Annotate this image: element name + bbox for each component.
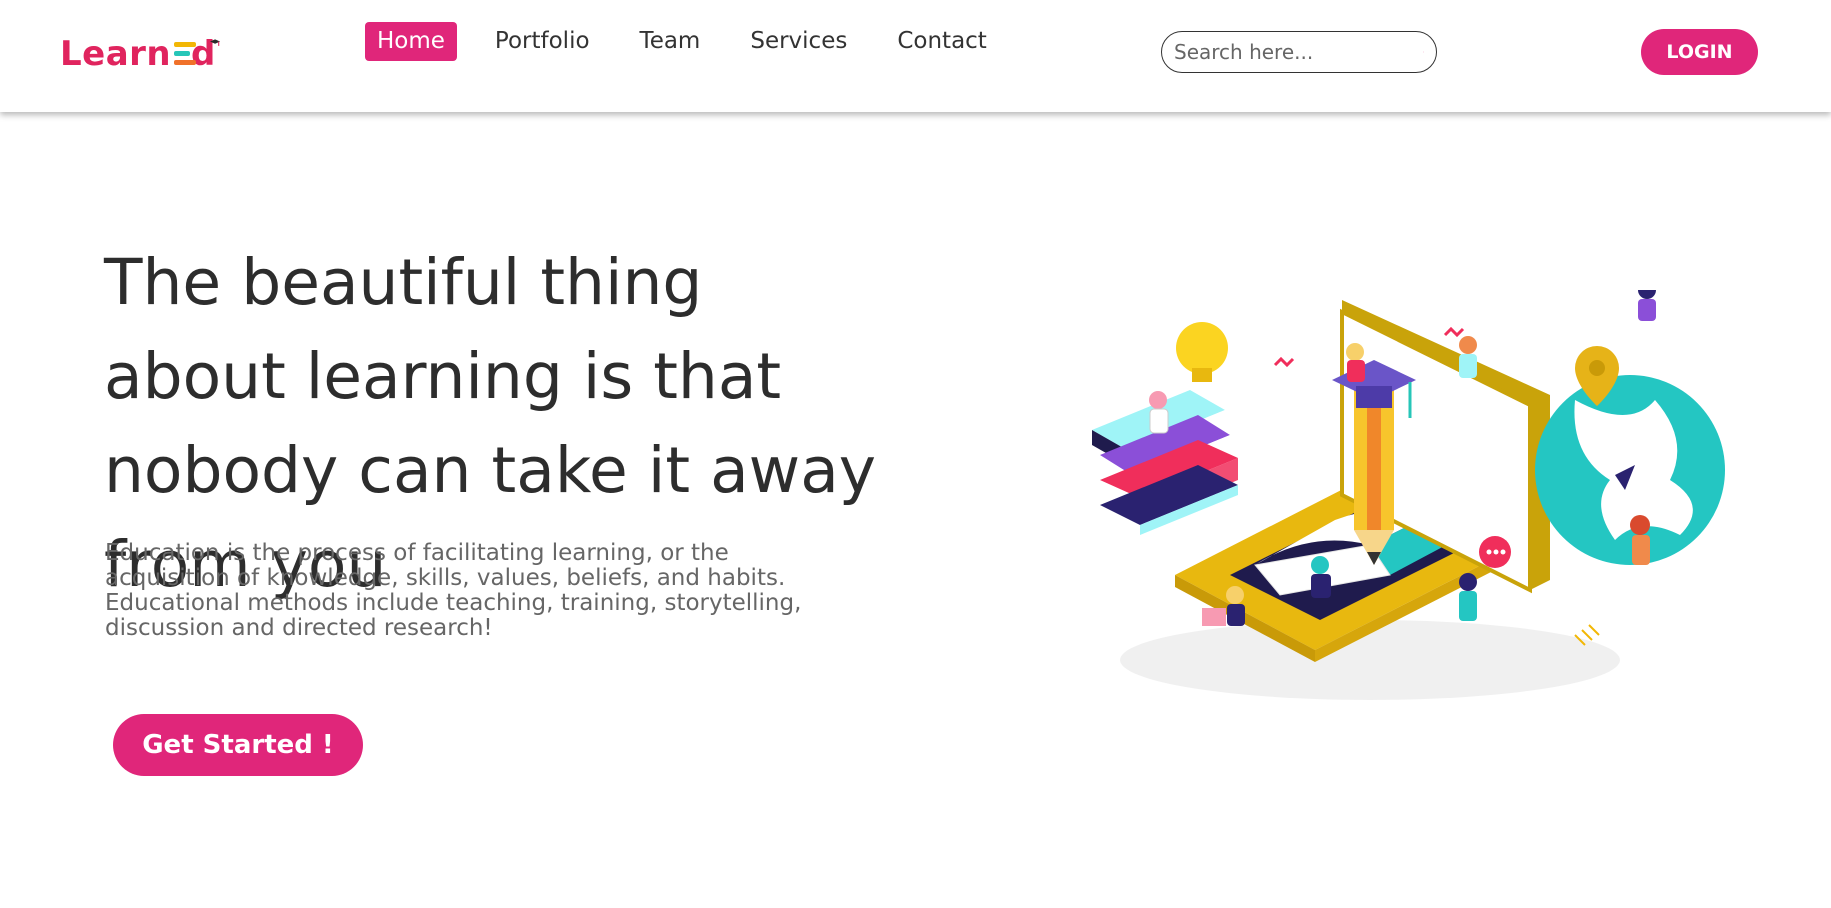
nav-services[interactable]: Services [738,22,859,61]
nav-contact[interactable]: Contact [885,22,998,61]
nav-portfolio[interactable]: Portfolio [483,22,602,61]
nav-team[interactable]: Team [628,22,713,61]
logo-text-prefix: Learn [60,34,172,74]
main-nav: Home Portfolio Team Services Contact [365,22,1025,61]
search-icon[interactable] [1423,40,1424,64]
logo-e-mark [172,40,197,68]
brand-logo[interactable]: Learn d [60,30,220,78]
search-input[interactable] [1174,40,1423,64]
site-header: Learn d Home Portfolio Team Services Con… [0,0,1831,112]
education-illustration [1092,290,1725,700]
hero-description: Education is the process of facilitating… [105,540,802,641]
login-button[interactable]: LOGIN [1641,29,1758,75]
get-started-button[interactable]: Get Started ! [113,714,363,776]
nav-home[interactable]: Home [365,22,457,61]
graduation-cap-icon [209,39,220,46]
search-box [1161,31,1437,73]
